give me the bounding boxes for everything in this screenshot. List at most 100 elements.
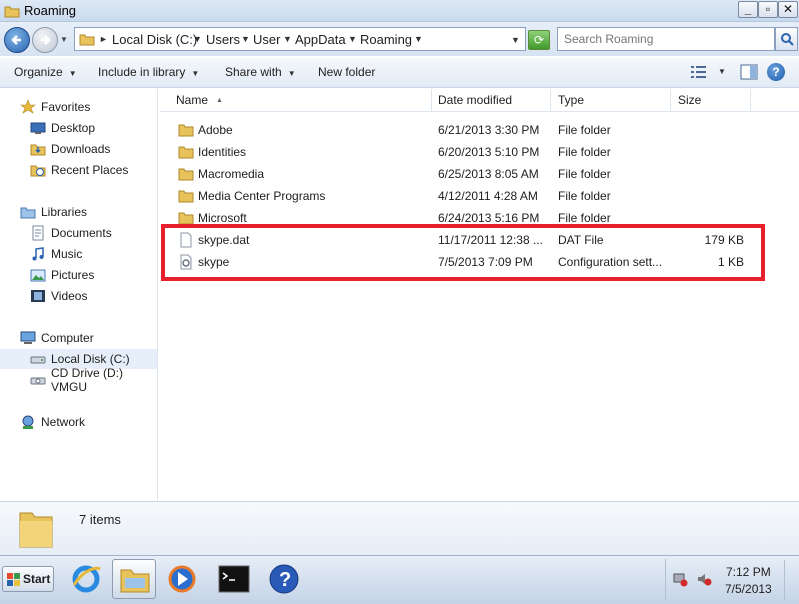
highlight-box [161,224,765,281]
file-date: 6/21/2013 3:30 PM [438,123,540,137]
column-header-name[interactable]: Name ▲ [168,89,432,112]
column-header-type[interactable]: Type [550,89,671,112]
file-date: 6/24/2013 5:16 PM [438,211,540,225]
recent-pages-dropdown[interactable]: ▼ [60,35,68,44]
nav-desktop[interactable]: Desktop [30,118,95,138]
volume-muted-icon[interactable] [696,571,712,590]
file-type: File folder [558,145,611,159]
nav-libraries[interactable]: Libraries [20,202,87,222]
navigation-pane: Favorites Desktop Downloads Recent Place… [0,89,158,501]
chevron-right-icon[interactable]: ► [99,34,108,44]
file-row[interactable]: Media Center Programs 4/12/2011 4:28 AM Fi… [160,185,760,207]
file-type: File folder [558,189,611,203]
address-history-dropdown[interactable]: ▼ [511,35,520,45]
nav-recent-places[interactable]: Recent Places [30,160,128,180]
folder-icon [4,4,20,21]
refresh-button[interactable]: ⟳ [528,30,550,50]
chevron-down-icon: ▼ [191,69,200,78]
breadcrumb-appdata[interactable]: AppData [295,32,346,47]
clock-date[interactable]: 7/5/2013 [725,582,772,596]
maximize-button[interactable]: ▫ [758,1,778,18]
star-icon [20,99,36,115]
chevron-down-icon: ▼ [287,69,296,78]
address-row: ▼ ► Local Disk (C:) ▼ Users ▼ User ▼ App… [0,22,799,56]
chevron-down-icon[interactable]: ▼ [241,34,250,44]
hard-drive-icon [30,351,46,367]
details-view-icon [691,66,706,78]
close-button[interactable]: ✕ [778,1,798,18]
taskbar-internet-explorer[interactable] [64,559,108,599]
file-name: Adobe [198,123,233,137]
libraries-icon [20,204,36,220]
nav-cd-drive[interactable]: CD Drive (D:) VMGU [30,366,157,394]
organize-menu[interactable]: Organize ▼ [14,65,77,79]
start-button[interactable]: Start [2,566,54,592]
file-date: 4/12/2011 4:28 AM [438,189,538,203]
music-icon [30,246,46,262]
back-button[interactable] [4,27,30,53]
taskbar-command-prompt[interactable] [212,559,256,599]
file-type: File folder [558,167,611,181]
nav-pictures[interactable]: Pictures [30,265,94,285]
file-row[interactable]: Identities 6/20/2013 5:10 PM File folder [160,141,760,163]
folder-icon [178,122,194,141]
nav-computer[interactable]: Computer [20,328,94,348]
preview-pane-icon [740,64,758,80]
network-icon [20,414,36,430]
taskbar-windows-explorer[interactable] [112,559,156,599]
file-name: Media Center Programs [198,189,326,203]
computer-icon [20,330,36,346]
new-folder-button[interactable]: New folder [318,65,375,79]
column-header-date[interactable]: Date modified [430,89,551,112]
details-pane: 7 items [0,501,799,555]
chevron-down-icon[interactable]: ▼ [414,34,423,44]
forward-arrow-icon [41,35,51,45]
chevron-down-icon[interactable]: ▼ [718,67,726,76]
search-input[interactable] [557,27,775,51]
breadcrumb-user[interactable]: User [253,32,280,47]
breadcrumb-roaming[interactable]: Roaming [360,32,412,47]
chevron-down-icon[interactable]: ▼ [283,34,292,44]
show-desktop-button[interactable] [784,560,798,600]
internet-explorer-icon [72,565,101,593]
file-type: File folder [558,123,611,137]
file-date: 6/25/2013 8:05 AM [438,167,539,181]
network-disconnected-icon[interactable] [672,571,688,590]
address-bar[interactable]: ► Local Disk (C:) ▼ Users ▼ User ▼ AppDa… [74,27,526,51]
breadcrumb-local-disk[interactable]: Local Disk (C:) [112,32,197,47]
cd-drive-icon [30,372,46,388]
nav-favorites[interactable]: Favorites [20,97,90,117]
folder-icon [178,166,194,185]
chevron-down-icon[interactable]: ▼ [193,34,202,44]
taskbar-help[interactable]: ? [262,559,306,599]
documents-icon [30,225,46,241]
refresh-icon: ⟳ [533,33,545,47]
videos-icon [30,288,46,304]
file-row[interactable]: Adobe 6/21/2013 3:30 PM File folder [160,119,760,141]
back-arrow-icon [11,35,21,45]
help-button[interactable]: ? [767,63,785,81]
taskbar-media-player[interactable] [160,559,204,599]
chevron-down-icon[interactable]: ▼ [348,34,357,44]
preview-pane-button[interactable] [740,64,758,83]
nav-videos[interactable]: Videos [30,286,87,306]
column-header-size[interactable]: Size [670,89,751,112]
item-count: 7 items [79,512,121,527]
command-prompt-icon [218,565,250,593]
search-button[interactable] [775,27,798,51]
breadcrumb-users[interactable]: Users [206,32,240,47]
folder-icon [18,507,54,552]
nav-network[interactable]: Network [20,412,85,432]
share-with-menu[interactable]: Share with ▼ [225,65,296,79]
nav-documents[interactable]: Documents [30,223,112,243]
nav-downloads[interactable]: Downloads [30,139,110,159]
forward-button[interactable] [32,27,58,53]
file-row[interactable]: Macromedia 6/25/2013 8:05 AM File folder [160,163,760,185]
minimize-button[interactable]: _ [738,1,758,18]
clock-time[interactable]: 7:12 PM [726,565,771,579]
view-options-button[interactable] [690,65,708,82]
include-in-library-menu[interactable]: Include in library ▼ [98,65,199,79]
pictures-icon [30,267,46,283]
nav-music[interactable]: Music [30,244,82,264]
column-headers: Name ▲ Date modified Type Size [160,89,799,112]
